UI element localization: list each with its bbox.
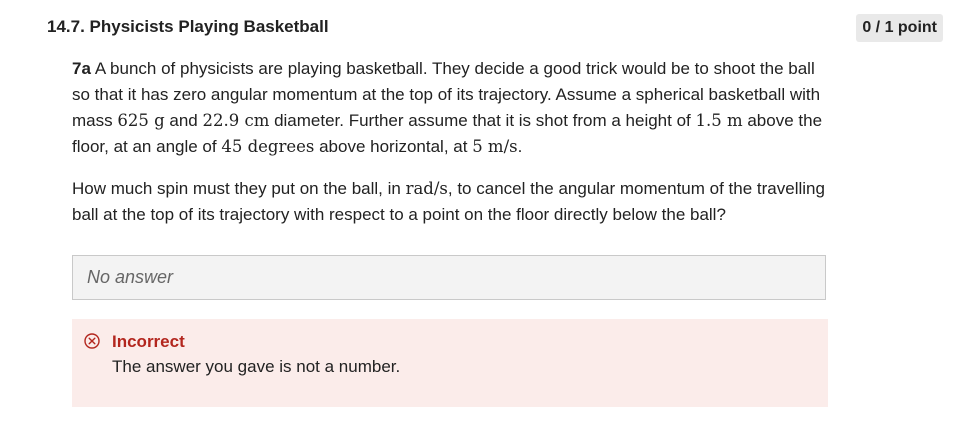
text-segment: and — [164, 111, 203, 130]
question-paragraph-2: How much spin must they put on the ball,… — [72, 176, 834, 228]
question-number: 7a — [72, 59, 91, 78]
text-segment: . — [517, 137, 523, 156]
question-paragraph-1: 7a A bunch of physicists are playing bask… — [72, 56, 834, 160]
text-segment: above horizontal, at — [314, 137, 473, 156]
feedback-title: Incorrect — [112, 332, 185, 351]
circle-x-icon — [84, 333, 100, 349]
math-unit: rad/s — [405, 179, 448, 198]
answer-value: No answer — [87, 267, 174, 287]
question-body: 7a A bunch of physicists are playing bask… — [72, 56, 834, 244]
math-mass: 625 g — [117, 111, 165, 130]
math-angle: 45 degrees — [221, 137, 315, 156]
points-badge: 0 / 1 point — [856, 14, 943, 42]
feedback-panel: Incorrect The answer you gave is not a n… — [72, 319, 828, 407]
question-title: 14.7. Physicists Playing Basketball — [47, 17, 329, 36]
text-segment: How much spin must they put on the ball,… — [72, 179, 406, 198]
feedback-message: The answer you gave is not a number. — [112, 357, 401, 376]
answer-field[interactable]: No answer — [72, 255, 826, 300]
text-segment: diameter. Further assume that it is shot… — [269, 111, 696, 130]
math-diameter: 22.9 cm — [202, 111, 270, 130]
math-speed: 5 m/s — [472, 137, 518, 156]
question-header: 14.7. Physicists Playing Basketball 0 / … — [47, 14, 943, 44]
math-height: 1.5 m — [695, 111, 743, 130]
